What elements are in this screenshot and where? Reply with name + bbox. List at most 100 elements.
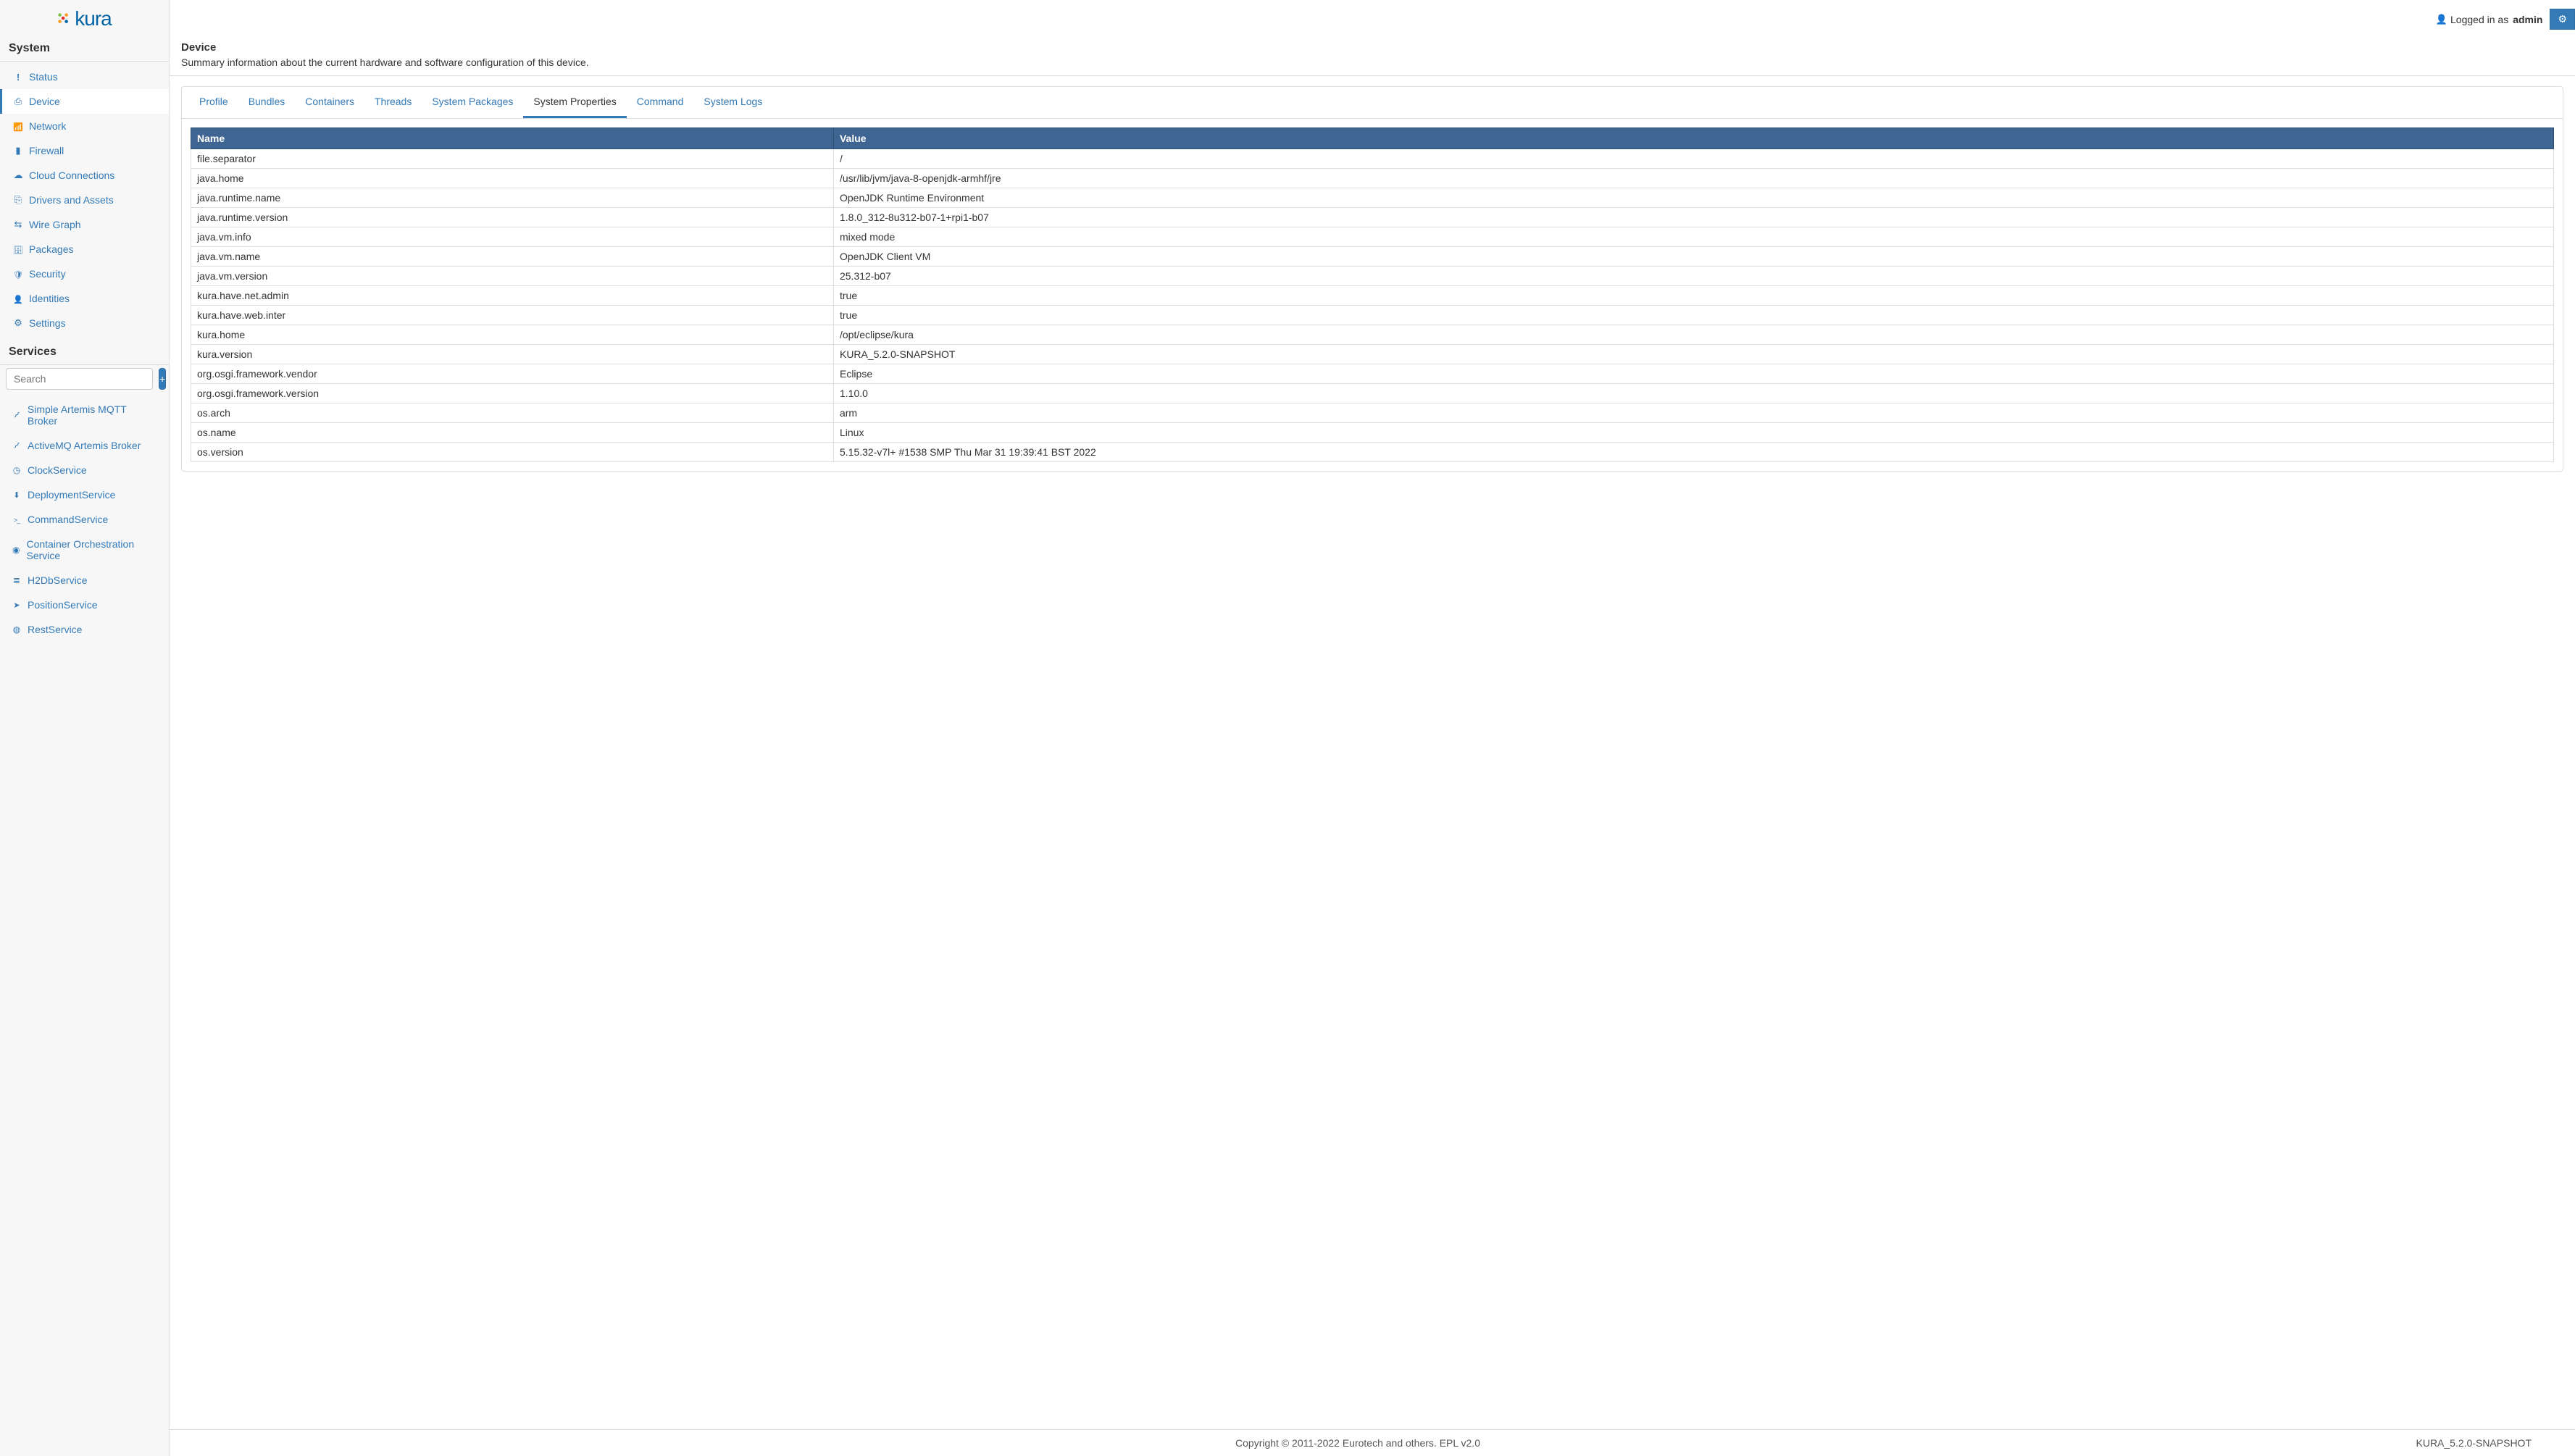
service-item-rest[interactable]: RestService <box>0 617 169 642</box>
topbar: Logged in as admin <box>170 0 2575 41</box>
sidebar-section-system: System <box>0 35 169 61</box>
settings-icon <box>12 317 25 329</box>
service-item-h2db[interactable]: H2DbService <box>0 568 169 593</box>
property-value: Eclipse <box>833 364 2553 384</box>
service-item-label: CommandService <box>28 514 108 525</box>
sidebar-item-wire[interactable]: Wire Graph <box>0 212 169 237</box>
tab-threads[interactable]: Threads <box>364 87 422 118</box>
sidebar-item-label: Status <box>29 71 58 83</box>
user-icon <box>2436 13 2447 25</box>
service-item-label: ClockService <box>28 464 87 476</box>
property-value: 25.312-b07 <box>833 267 2553 286</box>
footer: Copyright © 2011-2022 Eurotech and other… <box>170 1429 2575 1456</box>
deployment-icon <box>10 490 23 500</box>
sidebar-item-network[interactable]: Network <box>0 114 169 138</box>
sidebar-item-packages[interactable]: Packages <box>0 237 169 262</box>
sidebar-item-device[interactable]: Device <box>0 89 169 114</box>
logged-in-prefix: Logged in as <box>2450 14 2508 25</box>
column-header-value[interactable]: Value <box>833 128 2553 149</box>
table-row: kura.versionKURA_5.2.0-SNAPSHOT <box>191 345 2554 364</box>
service-item-clock[interactable]: ClockService <box>0 458 169 482</box>
plus-icon <box>159 373 165 385</box>
gear-icon <box>2558 13 2567 25</box>
settings-gear-button[interactable] <box>2550 9 2575 30</box>
packages-icon <box>12 244 25 255</box>
property-value: / <box>833 149 2553 169</box>
device-icon <box>12 96 25 107</box>
rest-icon <box>10 624 23 635</box>
properties-table: Name Value file.separator/java.home/usr/… <box>191 127 2554 462</box>
sidebar-item-label: Device <box>29 96 60 107</box>
service-item-deployment[interactable]: DeploymentService <box>0 482 169 507</box>
property-value: true <box>833 286 2553 306</box>
login-info: Logged in as admin <box>2436 9 2575 30</box>
logged-in-username: admin <box>2513 14 2542 25</box>
column-header-name[interactable]: Name <box>191 128 834 149</box>
sidebar-item-label: Packages <box>29 243 73 255</box>
property-name: org.osgi.framework.version <box>191 384 834 403</box>
service-item-artemis-active[interactable]: ActiveMQ Artemis Broker <box>0 433 169 458</box>
table-row: kura.have.net.admintrue <box>191 286 2554 306</box>
property-name: java.vm.info <box>191 227 834 247</box>
sidebar-item-security[interactable]: Security <box>0 262 169 286</box>
wire-icon <box>12 219 25 230</box>
property-value: mixed mode <box>833 227 2553 247</box>
property-name: org.osgi.framework.vendor <box>191 364 834 384</box>
container-icon <box>10 545 22 555</box>
drivers-icon <box>12 194 25 206</box>
table-row: org.osgi.framework.vendorEclipse <box>191 364 2554 384</box>
services-controls <box>0 365 169 397</box>
property-value: OpenJDK Client VM <box>833 247 2553 267</box>
table-row: os.archarm <box>191 403 2554 423</box>
sidebar-item-settings[interactable]: Settings <box>0 311 169 335</box>
network-icon <box>12 121 25 132</box>
position-icon <box>10 600 23 610</box>
service-item-container[interactable]: Container Orchestration Service <box>0 532 169 568</box>
status-icon <box>12 72 25 83</box>
sidebar-item-firewall[interactable]: Firewall <box>0 138 169 163</box>
device-panel: ProfileBundlesContainersThreadsSystem Pa… <box>181 86 2563 472</box>
service-item-label: DeploymentService <box>28 489 115 501</box>
property-name: kura.version <box>191 345 834 364</box>
tab-bundles[interactable]: Bundles <box>238 87 296 118</box>
table-row: java.home/usr/lib/jvm/java-8-openjdk-arm… <box>191 169 2554 188</box>
page-description: Summary information about the current ha… <box>170 55 2575 76</box>
tab-command[interactable]: Command <box>627 87 694 118</box>
property-value: 5.15.32-v7l+ #1538 SMP Thu Mar 31 19:39:… <box>833 443 2553 462</box>
artemis-active-icon <box>10 440 23 451</box>
service-item-position[interactable]: PositionService <box>0 593 169 617</box>
property-name: java.runtime.version <box>191 208 834 227</box>
service-item-command[interactable]: CommandService <box>0 507 169 532</box>
tab-syspkg[interactable]: System Packages <box>422 87 523 118</box>
property-value: KURA_5.2.0-SNAPSHOT <box>833 345 2553 364</box>
tab-syslogs[interactable]: System Logs <box>693 87 772 118</box>
sidebar-item-status[interactable]: Status <box>0 64 169 89</box>
identities-icon <box>12 293 25 304</box>
sidebar-item-identities[interactable]: Identities <box>0 286 169 311</box>
sidebar-item-drivers[interactable]: Drivers and Assets <box>0 188 169 212</box>
tab-containers[interactable]: Containers <box>295 87 364 118</box>
property-value: OpenJDK Runtime Environment <box>833 188 2553 208</box>
footer-left <box>184 1437 967 1449</box>
property-name: java.home <box>191 169 834 188</box>
services-search-input[interactable] <box>6 368 153 390</box>
service-item-label: ActiveMQ Artemis Broker <box>28 440 141 451</box>
table-row: java.runtime.nameOpenJDK Runtime Environ… <box>191 188 2554 208</box>
sidebar-item-cloud[interactable]: Cloud Connections <box>0 163 169 188</box>
property-name: java.runtime.name <box>191 188 834 208</box>
service-item-label: H2DbService <box>28 574 87 586</box>
clock-icon <box>10 465 23 475</box>
property-value: true <box>833 306 2553 325</box>
table-row: kura.have.web.intertrue <box>191 306 2554 325</box>
tab-profile[interactable]: Profile <box>189 87 238 118</box>
property-name: os.arch <box>191 403 834 423</box>
system-nav-list: Status Device NetworkFirewallCloud Connect… <box>0 62 169 338</box>
service-item-artemis-simple[interactable]: Simple Artemis MQTT Broker <box>0 397 169 433</box>
table-row: java.vm.version25.312-b07 <box>191 267 2554 286</box>
tab-sysprop[interactable]: System Properties <box>523 87 626 118</box>
logo-area: kura <box>0 0 169 35</box>
footer-copyright: Copyright © 2011-2022 Eurotech and other… <box>967 1437 1749 1449</box>
add-service-button[interactable] <box>159 368 166 390</box>
sidebar-item-label: Security <box>29 268 66 280</box>
property-value: Linux <box>833 423 2553 443</box>
